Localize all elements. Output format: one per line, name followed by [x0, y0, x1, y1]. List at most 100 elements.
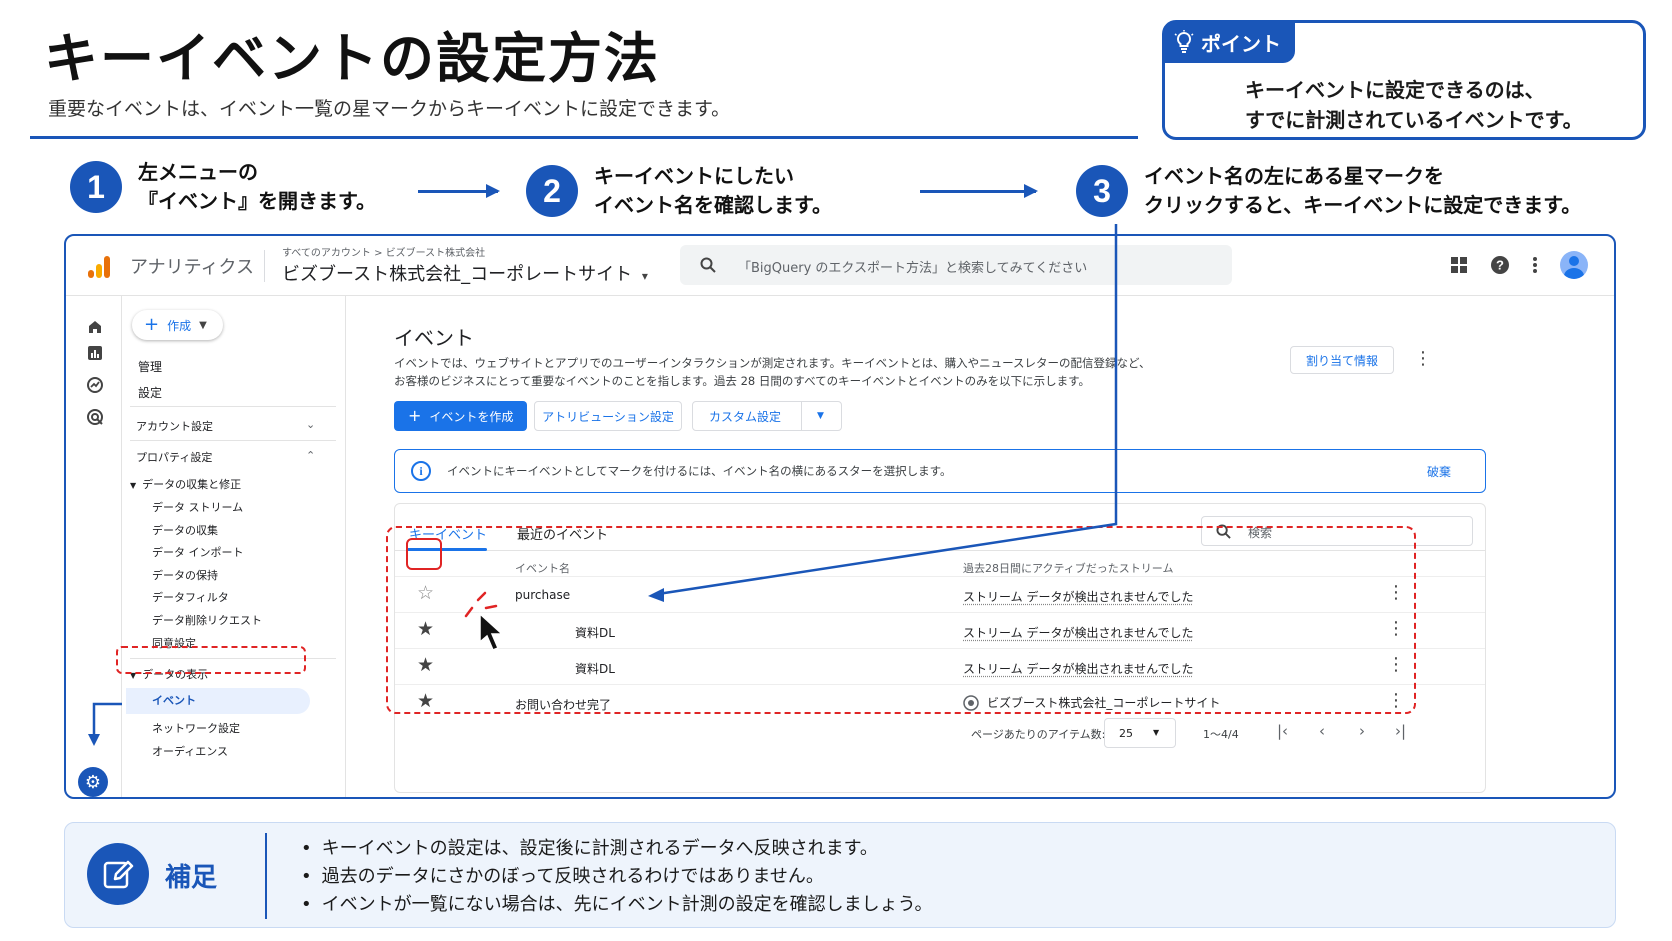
description-line: イベントでは、ウェブサイトとアプリでのユーザーインタラクションが測定されます。キ… — [394, 356, 1151, 370]
apps-grid-icon[interactable] — [1450, 256, 1468, 274]
property-name: ビズブースト株式会社_コーポレートサイト — [282, 264, 633, 285]
create-button[interactable]: + 作成 ▼ — [132, 310, 223, 340]
icon-rail: ⚙ — [66, 296, 122, 797]
note-item: キーイベントの設定は、設定後に計測されるデータへ反映されます。 — [301, 835, 933, 863]
nav-item[interactable]: データ削除リクエスト — [152, 612, 262, 628]
point-tag-label: ポイント — [1201, 31, 1281, 56]
nav-item[interactable]: オーディエンス — [152, 743, 228, 759]
point-text: キーイベントに設定できるのは、 すでに計測されているイベントです。 — [1245, 75, 1583, 135]
note-item: イベントが一覧にない場合は、先にイベント計測の設定を確認しましょう。 — [301, 891, 933, 919]
more-vert-icon[interactable]: ⋮ — [1414, 348, 1432, 369]
top-actions: ? — [1450, 251, 1588, 279]
nav-item[interactable]: データ ストリーム — [152, 499, 243, 515]
nav-item[interactable]: データ インポート — [152, 544, 244, 560]
events-title: イベント — [394, 326, 474, 350]
events-nav-highlight-box — [116, 646, 306, 674]
title-divider — [30, 136, 1138, 139]
search-input[interactable]: 「BigQuery のエクスポート方法」と検索してみてください — [680, 245, 1232, 285]
explore-icon[interactable] — [86, 376, 104, 394]
last-page-icon[interactable]: ›| — [1395, 722, 1406, 740]
plus-icon: + — [408, 406, 422, 425]
events-highlight-box — [386, 526, 1416, 714]
step-line: イベント名を確認します。 — [594, 193, 832, 217]
events-description: イベントでは、ウェブサイトとアプリでのユーザーインタラクションが測定されます。キ… — [394, 354, 1150, 390]
step-number: 1 — [70, 161, 122, 213]
button-label: イベントを作成 — [429, 409, 514, 424]
nav-item-events[interactable]: イベント — [152, 692, 196, 708]
assign-info-button[interactable]: 割り当て情報 — [1290, 346, 1394, 374]
nav-data-collection[interactable]: ▼ データの収集と修正 — [130, 476, 241, 492]
step-line: キーイベントにしたい — [594, 164, 794, 188]
nav-label: アカウント設定 — [136, 420, 213, 433]
search-icon — [700, 257, 716, 273]
nav-item[interactable]: データの収集 — [152, 522, 218, 538]
step-line: イベント名の左にある星マークを — [1144, 164, 1444, 188]
per-page-value: 25 — [1119, 727, 1133, 740]
page-title: キーイベントの設定方法 — [44, 27, 660, 90]
step-text: イベント名の左にある星マークを クリックすると、キーイベントに設定できます。 — [1144, 162, 1581, 220]
advertising-icon[interactable] — [86, 408, 104, 426]
point-line: すでに計測されているイベントです。 — [1245, 108, 1583, 132]
admin-nav: + 作成 ▼ 管理 設定 アカウント設定 ⌄ プロパティ設定 ⌃ ▼ データの収集… — [122, 296, 346, 797]
dismiss-button[interactable]: 破棄 — [1427, 463, 1451, 480]
analytics-logo-icon — [88, 256, 110, 278]
point-tag: ポイント — [1163, 21, 1295, 63]
nav-item[interactable]: ネットワーク設定 — [152, 720, 240, 736]
note-label: 補足 — [165, 863, 218, 893]
note-divider — [265, 833, 267, 919]
step-number: 3 — [1076, 165, 1128, 217]
info-icon: i — [411, 461, 431, 481]
custom-settings-button[interactable]: カスタム設定 ▼ — [692, 401, 842, 431]
step-line: 『イベント』を開きます。 — [138, 189, 376, 213]
first-page-icon[interactable]: |‹ — [1277, 722, 1288, 740]
nav-label: プロパティ設定 — [136, 451, 213, 464]
create-label: 作成 — [167, 318, 192, 333]
note-item: 過去のデータにさかのぼって反映されるわけではありません。 — [301, 863, 933, 891]
lightbulb-icon — [1174, 30, 1194, 53]
point-line: キーイベントに設定できるのは、 — [1245, 78, 1545, 102]
chevron-down-icon: ▾ — [641, 269, 648, 283]
nav-account-settings[interactable]: アカウント設定 ⌄ — [136, 418, 315, 434]
caret-down-icon: ▼ — [130, 481, 137, 490]
avatar[interactable] — [1560, 251, 1588, 279]
analytics-screenshot: アナリティクス すべてのアカウント > ビズブースト株式会社 ビズブースト株式会… — [64, 234, 1616, 799]
prev-page-icon[interactable]: ‹ — [1319, 722, 1325, 740]
step-arrow — [920, 184, 1038, 198]
nav-settings[interactable]: 設定 — [138, 384, 162, 401]
button-label: カスタム設定 — [709, 409, 782, 424]
per-page-select[interactable]: 25 ▼ — [1104, 718, 1176, 748]
chevron-down-icon: ▼ — [199, 319, 207, 331]
nav-divider — [130, 406, 336, 407]
attribution-settings-button[interactable]: アトリビューション設定 — [534, 401, 682, 431]
search-placeholder: 「BigQuery のエクスポート方法」と検索してみてください — [738, 261, 1088, 276]
svg-text:?: ? — [1496, 258, 1504, 273]
plus-icon: + — [144, 314, 160, 335]
ga-top-bar: アナリティクス すべてのアカウント > ビズブースト株式会社 ビズブースト株式会… — [66, 236, 1614, 296]
nav-admin[interactable]: 管理 — [138, 358, 162, 375]
help-icon[interactable]: ? — [1490, 255, 1510, 275]
step-line: 左メニューの — [138, 160, 258, 184]
nav-item[interactable]: データの保持 — [152, 567, 218, 583]
point-callout: ポイント キーイベントに設定できるのは、 すでに計測されているイベントです。 — [1162, 20, 1646, 140]
nav-property-settings[interactable]: プロパティ設定 ⌃ — [136, 449, 315, 465]
chevron-up-icon: ⌃ — [306, 449, 316, 462]
caret-down-icon[interactable]: ▼ — [817, 411, 824, 421]
divider — [264, 250, 265, 282]
nav-item[interactable]: データフィルタ — [152, 589, 229, 605]
step-number: 2 — [526, 165, 578, 217]
next-page-icon[interactable]: › — [1359, 722, 1365, 740]
edit-note-icon — [87, 843, 149, 905]
breadcrumb[interactable]: すべてのアカウント > ビズブースト株式会社 — [282, 244, 485, 259]
step-arrow — [418, 184, 500, 198]
pager-range: 1～4/4 — [1203, 728, 1239, 741]
caret-down-icon: ▼ — [1153, 728, 1160, 737]
reports-icon[interactable] — [86, 344, 104, 362]
more-vert-icon[interactable] — [1532, 256, 1538, 274]
nav-label: データの収集と修正 — [142, 478, 242, 491]
property-selector[interactable]: ビズブースト株式会社_コーポレートサイト ▾ — [282, 260, 648, 286]
step-2: 2 キーイベントにしたい イベント名を確認します。 — [526, 162, 832, 220]
create-event-button[interactable]: + イベントを作成 — [394, 401, 528, 431]
home-icon[interactable] — [86, 318, 104, 336]
admin-gear-icon[interactable]: ⚙ — [78, 767, 108, 797]
divider — [801, 402, 802, 430]
